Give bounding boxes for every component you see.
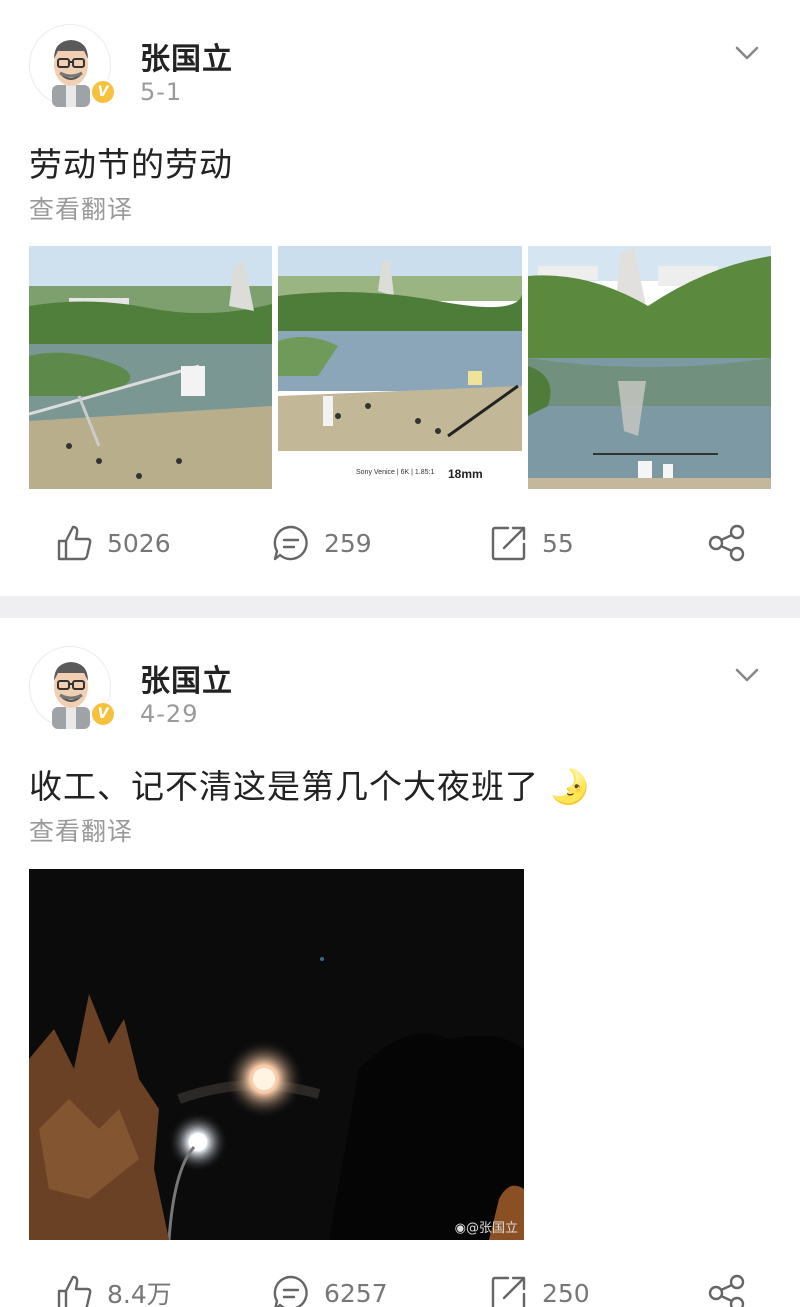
repost-count: 55 — [542, 528, 574, 558]
lens-label: 18mm — [448, 467, 483, 481]
film-set-lake-photo-3[interactable] — [528, 246, 771, 489]
like-count: 8.4万 — [107, 1280, 172, 1307]
comment-count: 259 — [324, 528, 372, 558]
thumbs-up-icon — [57, 525, 92, 561]
comment-bubble-icon — [273, 1275, 308, 1307]
repost-count: 250 — [542, 1278, 590, 1307]
post-text: 劳动节的劳动 — [29, 145, 233, 184]
film-set-lake-photo-1[interactable] — [29, 246, 272, 489]
post-divider — [0, 596, 800, 618]
view-translation-link[interactable]: 查看翻译 — [29, 812, 133, 848]
comment-button[interactable]: 259 — [272, 524, 372, 562]
weibo-watermark: ◉@张国立 — [455, 1217, 518, 1236]
weibo-post: V 张国立 4-29 收工、记不清这是第几个大夜班了 🌛 查看翻译 ◉@张国立 … — [0, 618, 800, 1307]
username[interactable]: 张国立 — [140, 34, 233, 78]
repost-icon — [491, 1276, 526, 1307]
username[interactable]: 张国立 — [140, 656, 233, 700]
camera-caption: Sony Venice | 6K | 1.85:1 — [356, 469, 434, 476]
comment-bubble-icon — [273, 525, 308, 561]
share-icon[interactable] — [707, 1274, 747, 1307]
comment-button[interactable]: 6257 — [272, 1274, 388, 1307]
like-button[interactable]: 5026 — [55, 524, 171, 562]
verified-badge-icon: V — [90, 701, 116, 727]
avatar[interactable]: V — [29, 24, 116, 107]
watermark-text: @张国立 — [465, 1221, 518, 1236]
thumbs-up-icon — [57, 1275, 92, 1307]
avatar[interactable]: V — [29, 646, 116, 729]
like-count: 5026 — [107, 528, 171, 558]
film-set-lake-photo-2[interactable]: Sony Venice | 6K | 1.85:1 18mm — [278, 246, 522, 489]
weibo-post: V 张国立 5-1 劳动节的劳动 查看翻译 Sony Venice | 6K |… — [0, 0, 800, 596]
moon-emoji-icon: 🌛 — [549, 767, 592, 806]
chevron-down-icon[interactable] — [730, 664, 764, 688]
chevron-down-icon[interactable] — [730, 42, 764, 66]
repost-icon — [491, 526, 526, 561]
verified-badge-icon: V — [90, 79, 116, 105]
post-date: 5-1 — [140, 78, 183, 106]
post-date: 4-29 — [140, 700, 199, 728]
weibo-logo-icon: ◉ — [454, 1221, 466, 1236]
view-translation-link[interactable]: 查看翻译 — [29, 190, 133, 226]
repost-button[interactable]: 250 — [490, 1274, 590, 1307]
night-moon-photo[interactable]: ◉@张国立 — [29, 869, 524, 1240]
like-button[interactable]: 8.4万 — [55, 1274, 172, 1307]
share-icon[interactable] — [707, 524, 747, 562]
post-text: 收工、记不清这是第几个大夜班了 🌛 — [29, 760, 591, 808]
repost-button[interactable]: 55 — [490, 524, 574, 562]
post-text-body: 收工、记不清这是第几个大夜班了 — [29, 767, 539, 806]
comment-count: 6257 — [324, 1278, 388, 1307]
